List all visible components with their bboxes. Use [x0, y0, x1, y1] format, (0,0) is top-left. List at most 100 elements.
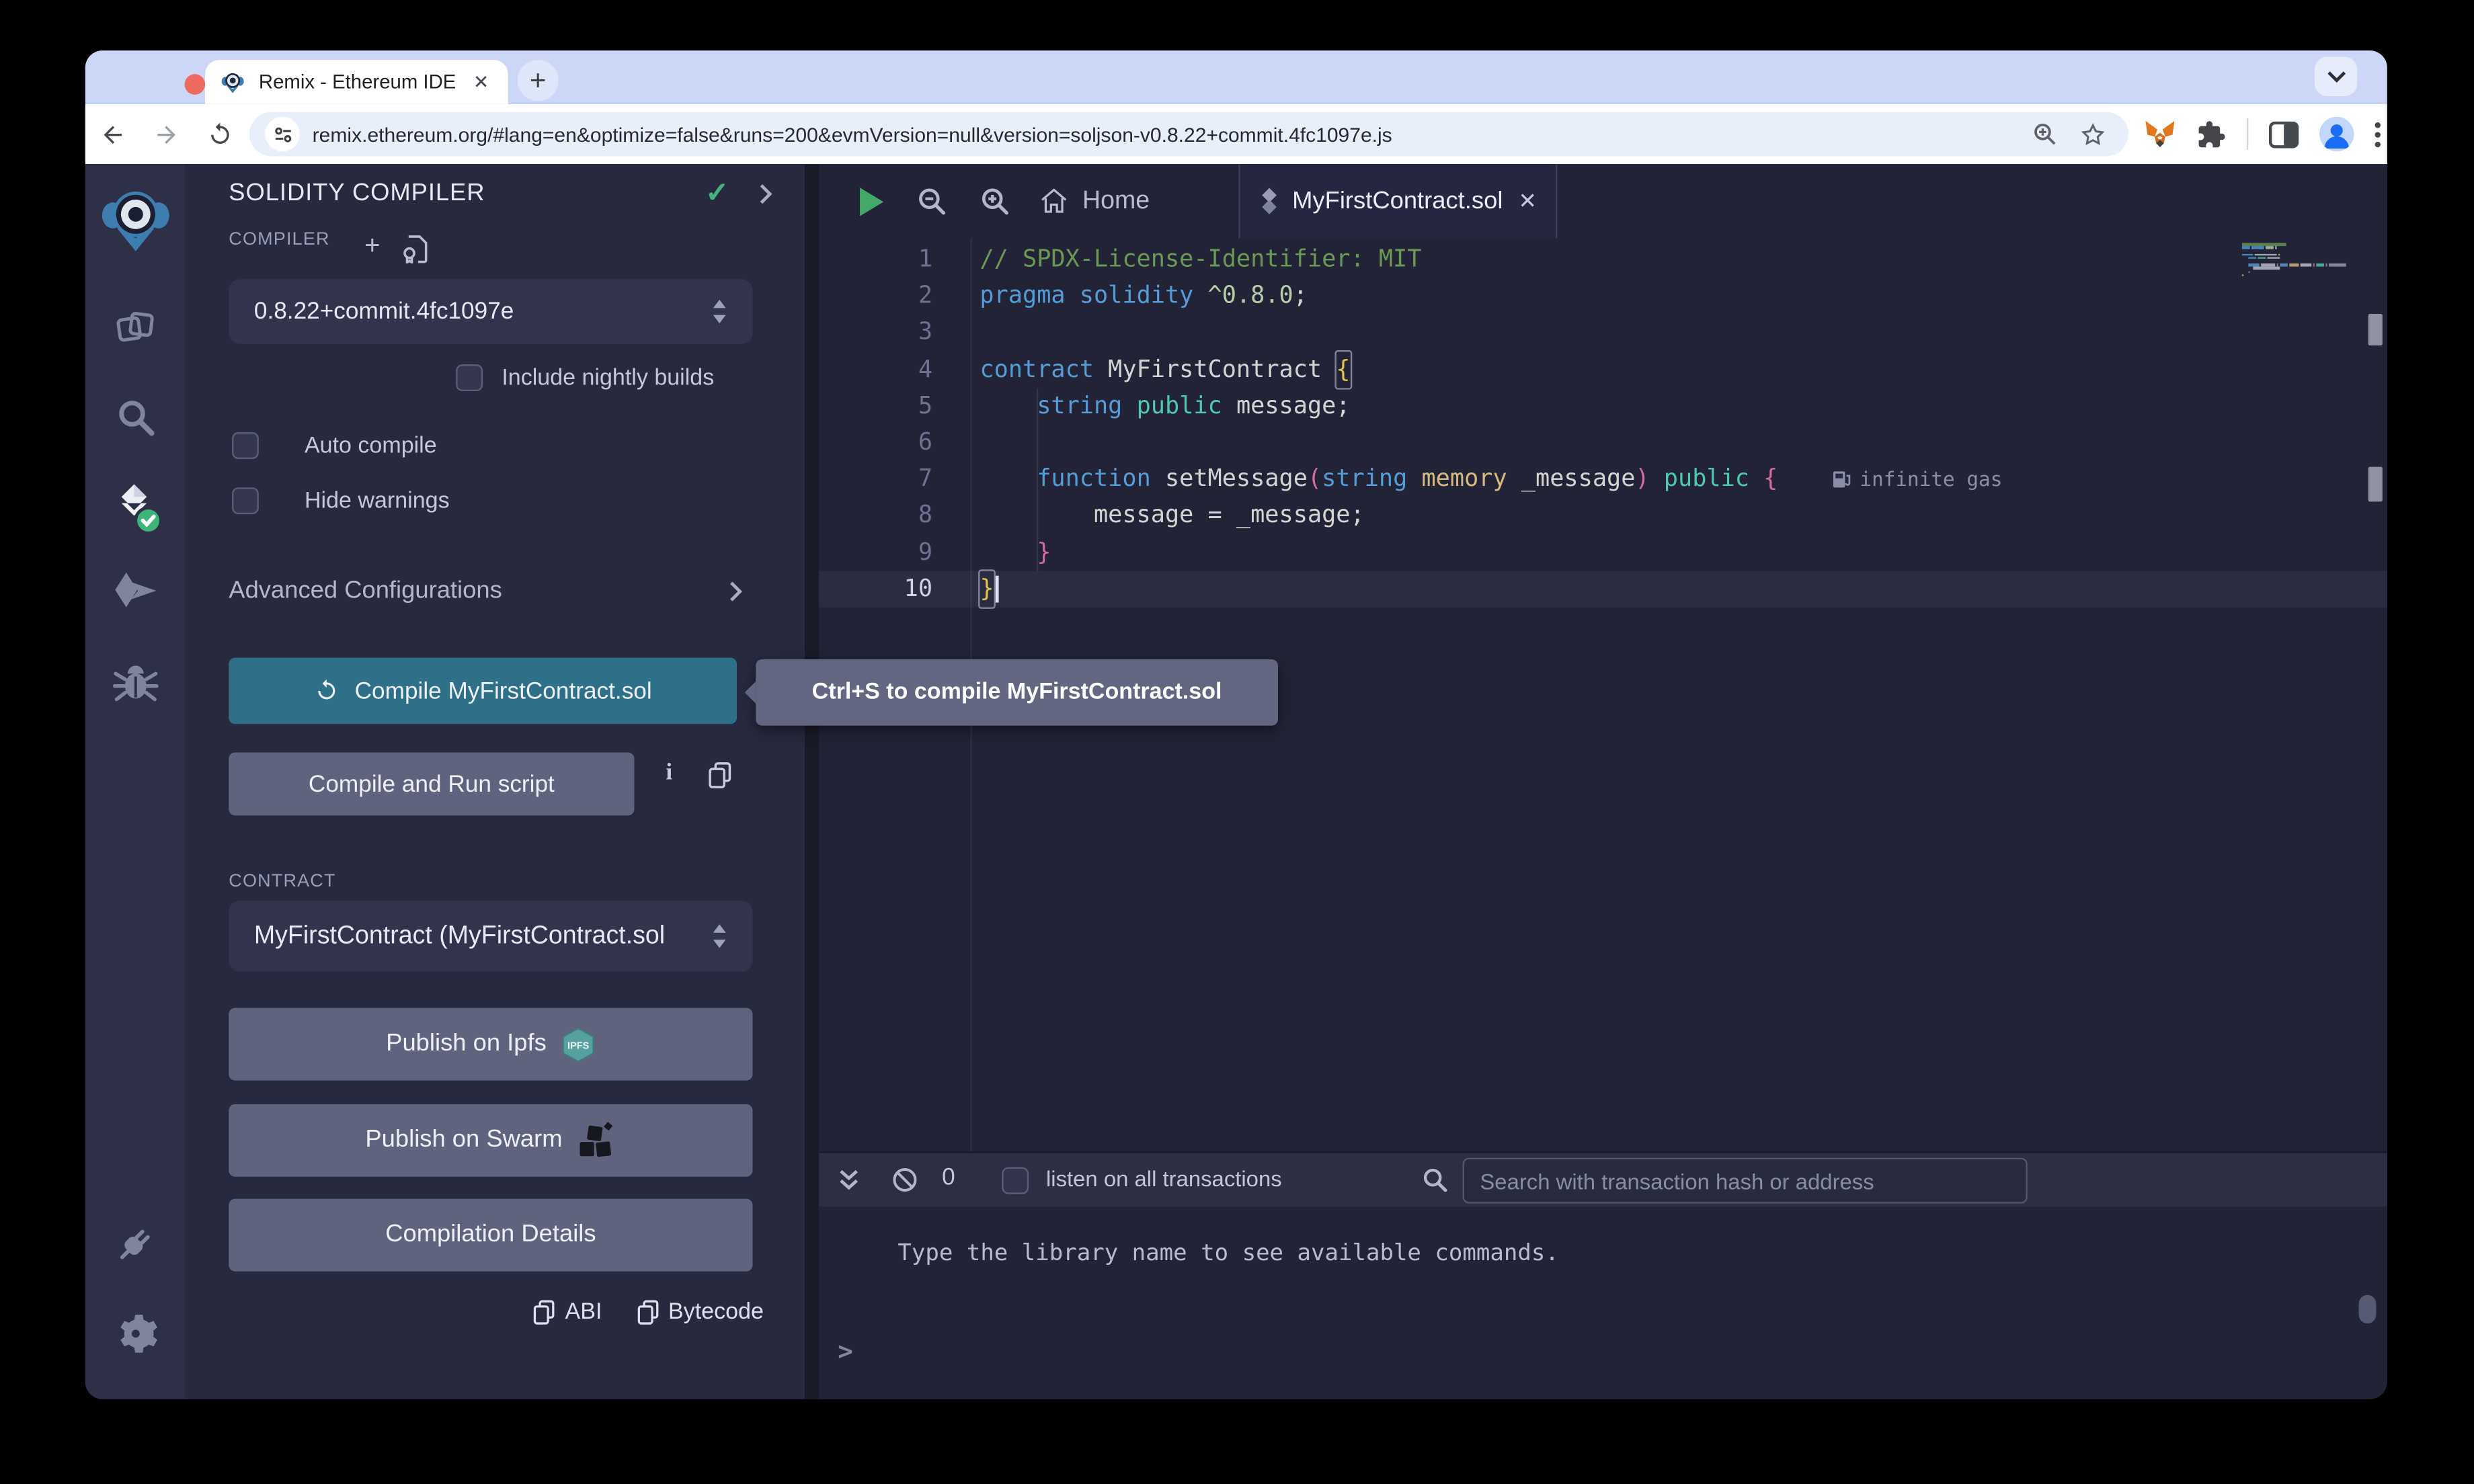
- info-icon[interactable]: i: [666, 760, 672, 787]
- solidity-compiler-icon[interactable]: [108, 481, 162, 538]
- hide-warnings-checkbox[interactable]: [232, 487, 259, 514]
- compile-button[interactable]: Compile MyFirstContract.sol: [229, 658, 737, 725]
- publish-ipfs-label: Publish on Ipfs: [386, 1030, 547, 1059]
- deploy-run-icon[interactable]: [111, 571, 158, 612]
- contract-spinner-icon: [711, 923, 727, 950]
- reload-button[interactable]: [192, 121, 246, 148]
- compile-and-run-button[interactable]: Compile and Run script: [229, 752, 634, 815]
- code-line: 8 message = _message;: [819, 497, 2387, 534]
- copy-script-icon[interactable]: [709, 762, 732, 789]
- plugin-manager-icon[interactable]: [112, 1221, 158, 1267]
- close-window-button[interactable]: [185, 73, 206, 94]
- editor-tabbar: Home MyFirstContract.sol ✕: [819, 164, 2387, 238]
- browser-menu-icon[interactable]: [2375, 121, 2381, 148]
- line-number: 1: [819, 241, 970, 278]
- tab-title: Remix - Ethereum IDE: [259, 71, 470, 93]
- code-line: 2pragma solidity ^0.8.0;: [819, 278, 2387, 314]
- publish-swarm-label: Publish on Swarm: [365, 1126, 562, 1155]
- advanced-chevron-icon[interactable]: [729, 581, 743, 603]
- text-cursor: [996, 575, 999, 602]
- copy-icon: [534, 1300, 556, 1325]
- line-number: 8: [819, 497, 970, 534]
- terminal-prompt: >: [838, 1336, 853, 1366]
- side-panel-icon[interactable]: [2269, 121, 2299, 148]
- terminal-search-icon: [1422, 1167, 1449, 1194]
- contract-select[interactable]: MyFirstContract (MyFirstContract.sol: [229, 901, 752, 972]
- settings-gear-icon[interactable]: [112, 1311, 158, 1356]
- terminal-expand-icon[interactable]: [838, 1168, 860, 1192]
- editor-column: Home MyFirstContract.sol ✕ 1// SPDX-Lice…: [819, 164, 2387, 1399]
- home-tab-label: Home: [1082, 187, 1150, 215]
- code-line: 9 }: [819, 534, 2387, 570]
- compiler-license-icon[interactable]: [402, 235, 428, 263]
- tab-home[interactable]: Home: [1040, 164, 1150, 238]
- site-settings-icon[interactable]: [265, 117, 300, 152]
- forward-button[interactable]: [139, 121, 193, 148]
- debugger-icon[interactable]: [112, 659, 158, 705]
- url-text[interactable]: remix.ethereum.org/#lang=en&optimize=fal…: [313, 122, 2032, 146]
- panel-title: SOLIDITY COMPILER: [229, 180, 485, 208]
- include-nightly-checkbox[interactable]: [456, 364, 483, 391]
- minimap-line: [2242, 247, 2365, 249]
- url-bar[interactable]: remix.ethereum.org/#lang=en&optimize=fal…: [249, 112, 2128, 157]
- panel-resize-handle[interactable]: [805, 164, 819, 1399]
- copy-bytecode-button[interactable]: Bytecode: [637, 1300, 764, 1325]
- editor-overview-mark: [2368, 467, 2383, 502]
- browser-tabstrip: Remix - Ethereum IDE ✕ +: [85, 50, 2387, 104]
- solidity-compiler-panel: SOLIDITY COMPILER ✓ COMPILER + 0.8.22+co…: [185, 164, 805, 1399]
- advanced-configurations-toggle[interactable]: Advanced Configurations: [229, 577, 502, 606]
- minimap[interactable]: [2242, 243, 2365, 277]
- line-number: 6: [819, 424, 970, 460]
- run-script-play-button[interactable]: [860, 188, 883, 216]
- editor-zoom-out-icon[interactable]: [917, 186, 949, 218]
- terminal-output[interactable]: Type the library name to see available c…: [819, 1206, 2387, 1399]
- new-tab-button[interactable]: +: [518, 60, 559, 101]
- minimap-line: [2242, 250, 2365, 253]
- code-line: 5 string public message;: [819, 388, 2387, 424]
- remix-logo[interactable]: [100, 186, 169, 255]
- add-compiler-icon[interactable]: +: [364, 231, 380, 262]
- transaction-search-input[interactable]: [1463, 1158, 2028, 1204]
- line-number: 9: [819, 534, 970, 570]
- clear-console-icon[interactable]: [891, 1167, 918, 1194]
- abi-bytecode-row: ABI Bytecode: [534, 1300, 764, 1325]
- tab-myfirstcontract[interactable]: MyFirstContract.sol ✕: [1238, 164, 1557, 238]
- tab-search-button[interactable]: [2315, 56, 2357, 96]
- line-number: 7: [819, 461, 970, 497]
- terminal-toolbar: 0 listen on all transactions: [819, 1151, 2387, 1206]
- compilation-details-button[interactable]: Compilation Details: [229, 1199, 752, 1272]
- tab-close-icon[interactable]: ✕: [470, 71, 492, 93]
- editor-scrollbar-thumb[interactable]: [2368, 314, 2383, 345]
- publish-ipfs-button[interactable]: Publish on Ipfs IPFS: [229, 1008, 752, 1081]
- metamask-icon[interactable]: [2144, 118, 2176, 150]
- code-line: 10}: [819, 571, 2387, 607]
- listen-transactions-checkbox[interactable]: [1002, 1167, 1029, 1194]
- minimap-line: [2242, 260, 2365, 263]
- panel-collapse-chevron-icon[interactable]: [759, 183, 773, 205]
- compile-button-label: Compile MyFirstContract.sol: [355, 677, 652, 704]
- copy-abi-button[interactable]: ABI: [534, 1300, 602, 1325]
- minimap-line: [2242, 243, 2365, 245]
- terminal-scrollbar-thumb[interactable]: [2359, 1295, 2377, 1323]
- minimap-line: [2242, 270, 2365, 273]
- extensions-puzzle-icon[interactable]: [2196, 119, 2227, 149]
- contract-select-value: MyFirstContract (MyFirstContract.sol: [254, 922, 665, 950]
- tab-close-icon[interactable]: ✕: [1518, 188, 1537, 214]
- auto-compile-label: Auto compile: [305, 434, 437, 459]
- profile-avatar[interactable]: [2319, 117, 2354, 152]
- zoom-page-icon[interactable]: [2032, 122, 2058, 147]
- editor-zoom-in-icon[interactable]: [980, 186, 1011, 218]
- swarm-icon: [578, 1120, 616, 1160]
- compiler-version-select[interactable]: 0.8.22+commit.4fc1097e: [229, 279, 752, 343]
- publish-swarm-button[interactable]: Publish on Swarm: [229, 1104, 752, 1177]
- select-spinner-icon: [711, 298, 727, 325]
- back-button[interactable]: [85, 121, 139, 148]
- search-icon[interactable]: [114, 396, 156, 438]
- minimap-line: [2242, 257, 2365, 259]
- code-line: 3: [819, 315, 2387, 351]
- file-explorer-icon[interactable]: [113, 306, 157, 350]
- code-line: 1// SPDX-License-Identifier: MIT: [819, 241, 2387, 278]
- bookmark-star-icon[interactable]: [2079, 121, 2106, 148]
- auto-compile-checkbox[interactable]: [232, 432, 259, 459]
- browser-tab[interactable]: Remix - Ethereum IDE ✕: [205, 60, 508, 104]
